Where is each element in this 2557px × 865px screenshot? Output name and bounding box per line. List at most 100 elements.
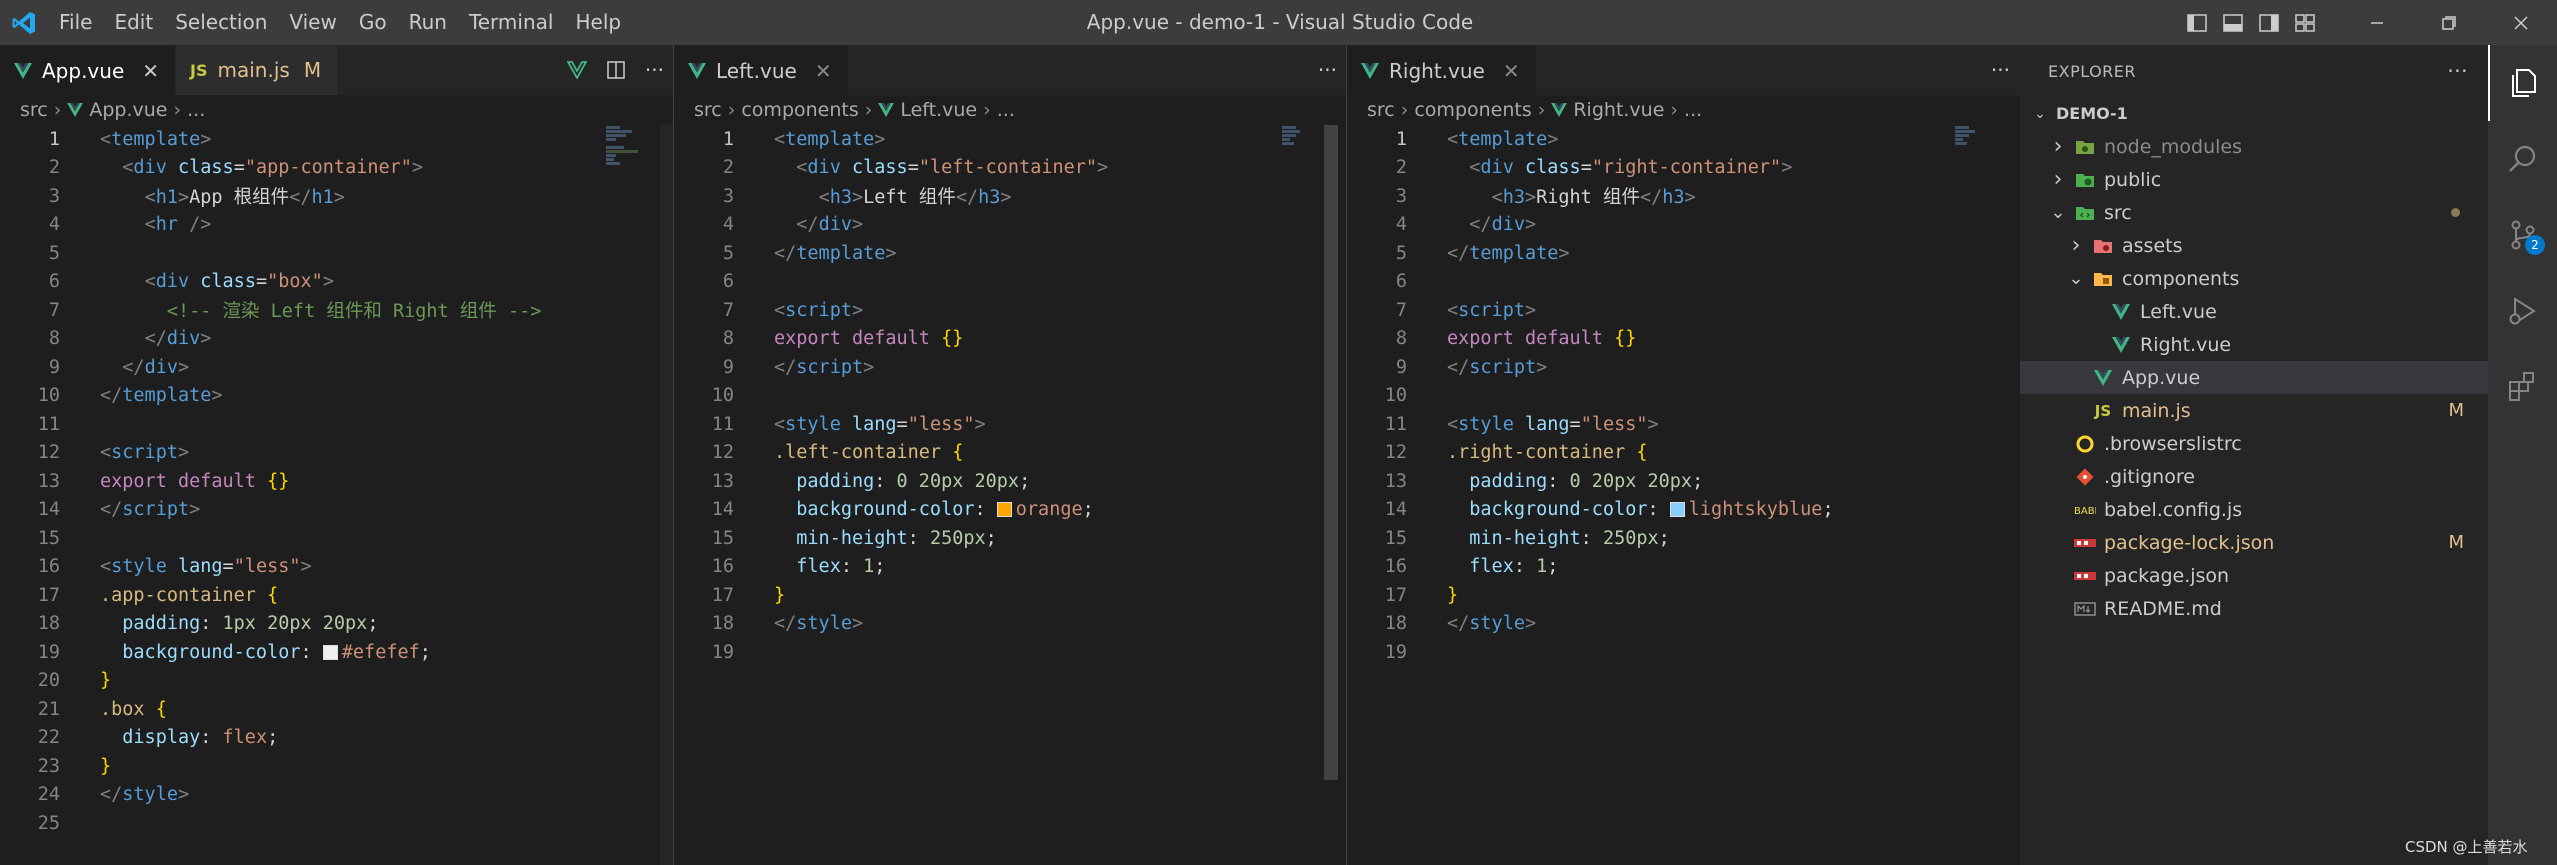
more-actions-icon[interactable]: ··· — [1318, 58, 1337, 82]
tree-file[interactable]: Right.vue — [2020, 328, 2488, 361]
code-line: 4 </div> — [674, 211, 1347, 240]
code-line: 2 <div class="left-container"> — [674, 154, 1347, 183]
line-number: 2 — [722, 157, 734, 179]
restore-icon[interactable] — [2413, 0, 2485, 45]
code-line: 16 flex: 1; — [1347, 553, 2020, 582]
search-activity-icon[interactable] — [2488, 121, 2557, 197]
window-title: App.vue - demo-1 - Visual Studio Code — [1086, 10, 1474, 34]
code-editor[interactable]: 1 <template> 2 <div class="app-container">… — [0, 125, 674, 865]
tree-file[interactable]: README.md — [2020, 592, 2488, 625]
tab-right-vue[interactable]: Right.vue ✕ — [1347, 45, 1537, 95]
menu-selection[interactable]: Selection — [164, 0, 278, 45]
vertical-scrollbar[interactable] — [1324, 125, 1338, 780]
line-number: 16 — [37, 556, 60, 578]
menu-edit[interactable]: Edit — [103, 0, 164, 45]
breadcrumb-item[interactable]: ... — [187, 99, 205, 121]
tree-file[interactable]: App.vue — [2020, 361, 2488, 394]
code-line: 11 <style lang="less"> — [1347, 410, 2020, 439]
customize-layout-icon[interactable] — [2293, 11, 2317, 35]
toggle-primary-sidebar-icon[interactable] — [2185, 11, 2209, 35]
extensions-activity-icon[interactable] — [2488, 349, 2557, 425]
chevron-down-icon: ⌄ — [2050, 202, 2066, 223]
tree-folder[interactable]: ⌄ src — [2020, 196, 2488, 229]
line-number: 19 — [1384, 641, 1407, 663]
breadcrumb-item[interactable]: Right.vue — [1573, 99, 1664, 121]
breadcrumb-item[interactable]: components — [1414, 99, 1531, 121]
tab-label: main.js — [217, 58, 290, 82]
tree-file[interactable]: package.json — [2020, 559, 2488, 592]
line-number: 8 — [722, 328, 734, 350]
tree-file[interactable]: package-lock.json M — [2020, 526, 2488, 559]
tree-folder[interactable]: › public — [2020, 163, 2488, 196]
breadcrumb-item[interactable]: components — [741, 99, 858, 121]
run-debug-activity-icon[interactable] — [2488, 273, 2557, 349]
menu-file[interactable]: File — [48, 0, 103, 45]
toggle-panel-icon[interactable] — [2221, 11, 2245, 35]
vue-icon — [67, 103, 84, 117]
color-swatch[interactable] — [1669, 502, 1685, 518]
breadcrumb-item[interactable]: src — [20, 99, 48, 121]
code-editor[interactable]: 1 <template> 2 <div class="right-container… — [1347, 125, 2020, 865]
breadcrumb-item[interactable]: ... — [1684, 99, 1702, 121]
tab-left-vue[interactable]: Left.vue ✕ — [674, 45, 849, 95]
tab-app-vue[interactable]: App.vue ✕ — [0, 45, 177, 95]
more-actions-icon[interactable]: ··· — [2447, 59, 2468, 83]
color-swatch[interactable] — [996, 502, 1012, 518]
color-swatch[interactable] — [322, 644, 338, 660]
line-number: 2 — [48, 157, 60, 179]
code-line: 21 .box { — [0, 695, 674, 724]
tree-folder[interactable]: ⌄ components — [2020, 262, 2488, 295]
code-line: 13 padding: 0 20px 20px; — [674, 467, 1347, 496]
vue-icon — [688, 62, 706, 79]
code-editor[interactable]: 1 <template> 2 <div class="left-container"… — [674, 125, 1347, 865]
vue-preview-icon[interactable] — [566, 61, 587, 79]
tree-folder[interactable]: › node_modules — [2020, 130, 2488, 163]
code-line: 23} — [0, 752, 674, 781]
vertical-scrollbar[interactable] — [660, 125, 674, 865]
tree-folder[interactable]: › assets — [2020, 229, 2488, 262]
breadcrumb-item[interactable]: App.vue — [89, 99, 167, 121]
menu-go[interactable]: Go — [348, 0, 398, 45]
code-line: 19 — [1347, 638, 2020, 667]
more-actions-icon[interactable]: ··· — [1991, 58, 2010, 82]
line-number: 4 — [48, 214, 60, 236]
explorer-activity-icon[interactable] — [2488, 45, 2557, 121]
tab-main-js[interactable]: JS main.js M — [176, 45, 339, 95]
code-line: 11 — [0, 410, 674, 439]
vue-icon — [1361, 62, 1379, 79]
tree-file[interactable]: JS main.js M — [2020, 394, 2488, 427]
explorer-root[interactable]: ⌄ DEMO-1 — [2020, 97, 2488, 130]
tree-file[interactable]: .browserslistrc — [2020, 427, 2488, 460]
close-tab-icon[interactable]: ✕ — [142, 59, 159, 83]
menu-run[interactable]: Run — [398, 0, 458, 45]
menu-view[interactable]: View — [278, 0, 347, 45]
toggle-secondary-sidebar-icon[interactable] — [2257, 11, 2281, 35]
close-window-icon[interactable] — [2485, 0, 2557, 45]
node-modules-folder-icon — [2074, 137, 2096, 157]
minimap[interactable] — [1949, 125, 1975, 865]
close-tab-icon[interactable]: ✕ — [815, 59, 832, 83]
more-actions-icon[interactable]: ··· — [645, 58, 664, 82]
breadcrumb-item[interactable]: ... — [997, 99, 1015, 121]
tree-file[interactable]: Left.vue — [2020, 295, 2488, 328]
breadcrumb-item[interactable]: src — [1367, 99, 1395, 121]
minimize-icon[interactable] — [2341, 0, 2413, 45]
minimap[interactable] — [1276, 125, 1302, 865]
code-line: 22 display: flex; — [0, 724, 674, 753]
minimap[interactable] — [600, 125, 646, 865]
menu-help[interactable]: Help — [564, 0, 632, 45]
code-line: 14 background-color: lightskyblue; — [1347, 496, 2020, 525]
breadcrumb-item[interactable]: src — [694, 99, 722, 121]
close-tab-icon[interactable]: ✕ — [1503, 59, 1520, 83]
source-control-activity-icon[interactable]: 2 — [2488, 197, 2557, 273]
code-line: 8 export default {} — [674, 325, 1347, 354]
split-editor-icon[interactable] — [607, 61, 625, 79]
components-folder-icon — [2092, 269, 2114, 289]
tree-file[interactable]: BABEL babel.config.js — [2020, 493, 2488, 526]
code-line: 11 <style lang="less"> — [674, 410, 1347, 439]
breadcrumb-item[interactable]: Left.vue — [900, 99, 977, 121]
line-number: 5 — [48, 242, 60, 264]
chevron-right-icon: › — [1670, 99, 1679, 121]
tree-file[interactable]: .gitignore — [2020, 460, 2488, 493]
menu-terminal[interactable]: Terminal — [458, 0, 565, 45]
